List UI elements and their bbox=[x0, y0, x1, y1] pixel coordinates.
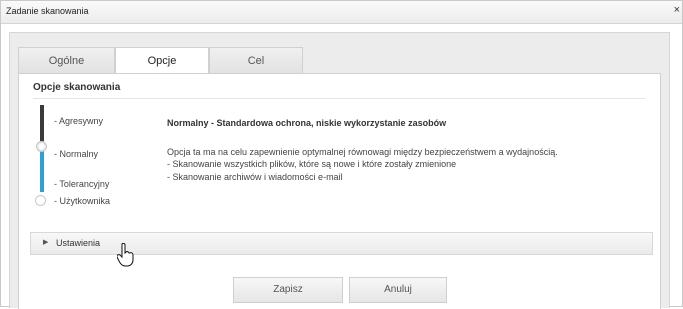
section-divider bbox=[33, 98, 645, 99]
window-title: Zadanie skanowania bbox=[6, 6, 89, 16]
level-custom-label[interactable]: - Użytkownika bbox=[54, 196, 110, 206]
description-line: Opcja ta ma na celu zapewnienie optymaln… bbox=[167, 147, 558, 157]
options-panel: Opcje skanowania - Agresywny - Normalny … bbox=[18, 73, 661, 309]
dialog-body: Ogólne Opcje Cel Opcje skanowania - Agre… bbox=[9, 32, 670, 309]
scan-task-dialog: Zadanie skanowania × Ogólne Opcje Cel Op… bbox=[0, 0, 683, 309]
slider-track-upper bbox=[40, 105, 44, 141]
cancel-button[interactable]: Anuluj bbox=[349, 277, 447, 303]
settings-label: Ustawienia bbox=[56, 238, 101, 248]
description-line: - Skanowanie wszystkich plików, które są… bbox=[167, 159, 457, 169]
section-title: Opcje skanowania bbox=[33, 82, 121, 93]
tab-options[interactable]: Opcje bbox=[115, 47, 209, 74]
level-tolerant-label[interactable]: - Tolerancyjny bbox=[54, 179, 109, 189]
custom-level-radio[interactable] bbox=[35, 195, 46, 206]
title-bar: Zadanie skanowania × bbox=[1, 1, 682, 24]
hand-cursor-icon bbox=[117, 243, 134, 267]
level-normal-label[interactable]: - Normalny bbox=[54, 149, 98, 159]
save-button[interactable]: Zapisz bbox=[233, 277, 343, 303]
slider-handle[interactable] bbox=[36, 141, 47, 152]
description-line: - Skanowanie archiwów i wiadomości e-mai… bbox=[167, 172, 343, 182]
tab-general[interactable]: Ogólne bbox=[18, 47, 115, 73]
expand-arrow-icon: ▶ bbox=[43, 239, 49, 246]
tab-target[interactable]: Cel bbox=[209, 47, 303, 73]
level-aggressive-label[interactable]: - Agresywny bbox=[54, 116, 103, 126]
close-icon[interactable]: × bbox=[674, 4, 680, 16]
level-description-title: Normalny - Standardowa ochrona, niskie w… bbox=[167, 118, 447, 128]
